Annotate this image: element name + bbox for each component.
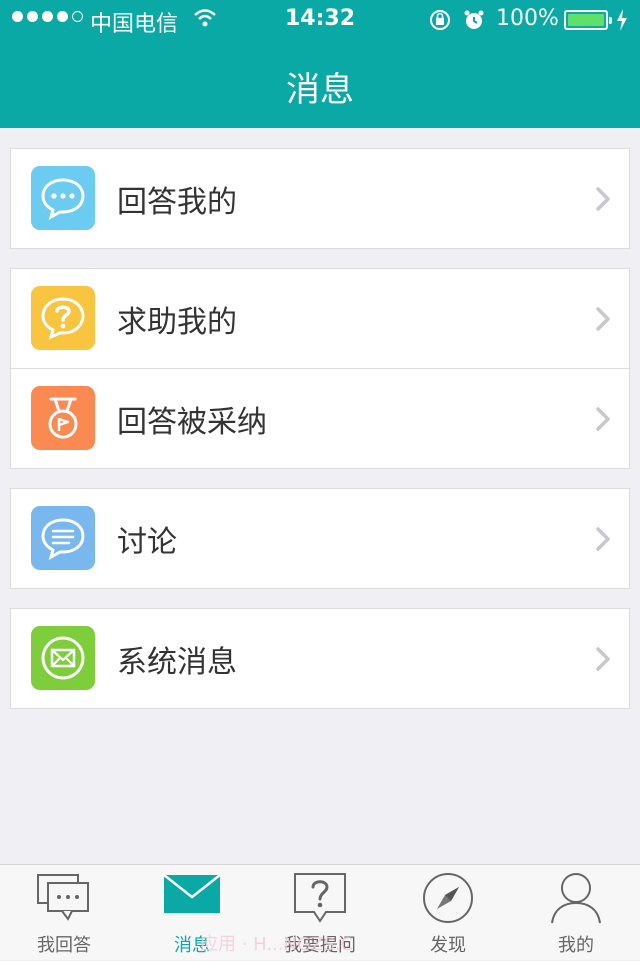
menu-group: 系统消息 [10,608,630,709]
battery-icon [564,10,612,30]
user-icon [512,871,640,925]
chat-bubble-icon [31,166,95,230]
page-title: 消息 [286,70,354,110]
menu-item-answer-accepted[interactable]: 回答被采纳 [11,368,629,468]
envelope-icon [31,626,95,690]
navigation-bar: 消息 [0,40,640,128]
tab-discover[interactable]: 发现 [384,865,512,961]
charging-icon [616,9,628,37]
menu-item-system-messages[interactable]: 系统消息 [11,609,629,708]
chevron-right-icon [595,186,611,216]
rotation-lock-icon [428,8,452,38]
menu-item-label: 讨论 [117,525,177,560]
menu-item-answers-to-me[interactable]: 回答我的 [11,149,629,248]
menu-group: 回答我的 [10,148,630,249]
medal-icon [31,386,95,450]
envelope-icon [128,871,256,915]
question-bubble-icon [31,286,95,350]
menu-item-discussion[interactable]: 讨论 [11,489,629,588]
compass-icon [384,871,512,925]
chevron-right-icon [595,406,611,436]
battery-percentage: 100% [496,6,559,31]
menu-item-label: 回答我的 [117,185,237,220]
chevron-right-icon [595,646,611,676]
tab-label: 我的 [558,935,594,956]
tab-my-answers[interactable]: 我回答 [0,865,128,961]
tab-profile[interactable]: 我的 [512,865,640,961]
menu-group: 求助我的 回答被采纳 [10,268,630,469]
chevron-right-icon [595,306,611,336]
chevron-right-icon [595,526,611,556]
question-icon [256,871,384,925]
menu-group: 讨论 [10,488,630,589]
discussion-icon [31,506,95,570]
watermark-text: 应用 · H...NGZS.C [200,934,354,955]
menu-item-label: 回答被采纳 [117,405,267,440]
status-bar: 中国电信 14:32 100% [0,0,640,40]
menu-item-help-requests[interactable]: 求助我的 [11,269,629,368]
tab-label: 我回答 [37,935,91,956]
menu-item-label: 求助我的 [117,305,237,340]
chat-bubbles-icon [0,871,128,923]
menu-item-label: 系统消息 [117,645,237,680]
tab-label: 发现 [430,935,466,956]
alarm-icon [462,8,486,38]
